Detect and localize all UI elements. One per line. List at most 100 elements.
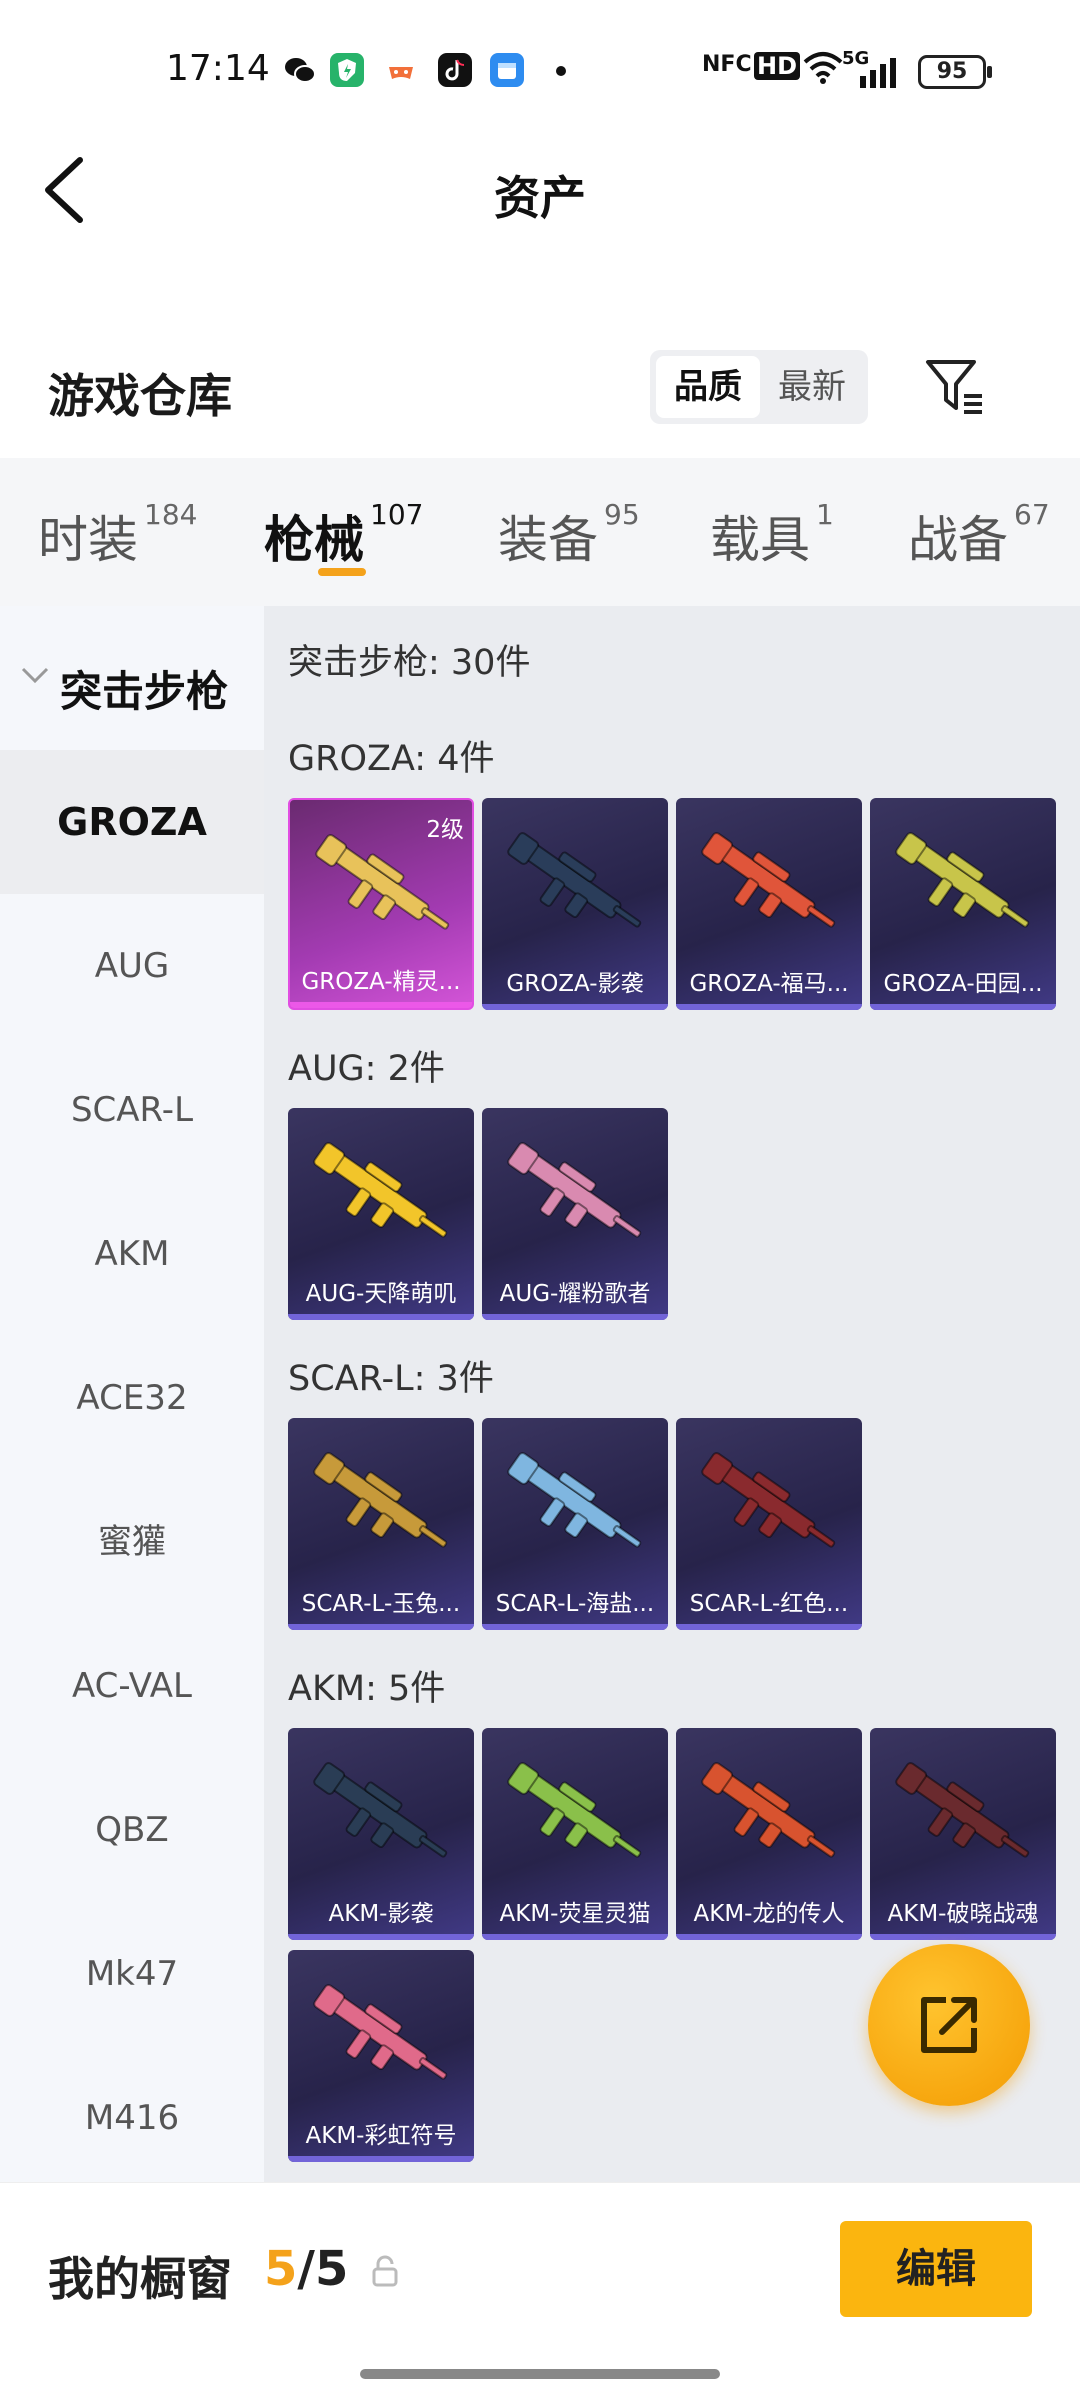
rarity-bar (482, 1004, 668, 1010)
sidebar-item-groza[interactable]: GROZA (0, 750, 264, 894)
rarity-bar (288, 2156, 474, 2162)
weapon-skin-image (701, 1762, 836, 1858)
weapon-name: SCAR-L-玉兔... (301, 1591, 461, 1617)
weapon-card[interactable]: GROZA-影袭 (482, 798, 668, 1010)
weapon-card[interactable]: SCAR-L-玉兔... (288, 1418, 474, 1630)
weapon-card[interactable]: SCAR-L-海盐... (482, 1418, 668, 1630)
rarity-bar (288, 1624, 474, 1630)
weapon-skin-image (507, 1452, 642, 1548)
weapon-skin-image (507, 1142, 642, 1238)
showcase-total: 5 (314, 2241, 349, 2297)
showcase-label: 我的橱窗 (48, 2252, 232, 2306)
weapon-skin-image (507, 1762, 642, 1858)
showcase-current: 5 (264, 2241, 298, 2297)
active-tab-indicator (318, 568, 366, 576)
tab-label: 载具 (710, 511, 810, 569)
tab-label: 时装 (38, 511, 138, 569)
weapon-name: AKM-彩虹符号 (305, 2123, 457, 2149)
weapon-name: SCAR-L-红色... (689, 1591, 849, 1617)
sidebar-item-aug[interactable]: AUG (0, 894, 264, 1038)
weapon-skin-image (507, 832, 642, 928)
weapon-card[interactable]: AKM-彩虹符号 (288, 1950, 474, 2162)
weapon-skin-image (895, 832, 1030, 928)
weapon-card[interactable]: GROZA-田园... (870, 798, 1056, 1010)
rarity-bar (870, 1004, 1056, 1010)
weapon-name: AUG-天降萌叽 (305, 1281, 457, 1307)
filter-icon[interactable] (924, 356, 986, 416)
tab-count: 184 (144, 498, 198, 531)
weapon-name: SCAR-L-海盐... (495, 1591, 655, 1617)
sidebar-item-scar-l[interactable]: SCAR-L (0, 1038, 264, 1182)
tab-label: 枪械 (264, 511, 364, 569)
weapon-type-sidebar: 突击步枪 GROZA AUG SCAR-L AKM ACE32 蜜獾 AC-VA… (0, 606, 264, 2182)
security-app-icon (330, 53, 364, 87)
weapon-card[interactable]: 2级 GROZA-精灵... (288, 798, 474, 1010)
more-notifications-dot (556, 66, 566, 76)
rarity-bar (676, 1624, 862, 1630)
lock-icon (372, 2255, 398, 2287)
weapon-card[interactable]: AKM-荧星灵猫 (482, 1728, 668, 1940)
weapon-card[interactable]: SCAR-L-红色... (676, 1418, 862, 1630)
sidebar-item-akm[interactable]: AKM (0, 1182, 264, 1326)
share-button[interactable] (868, 1944, 1030, 2106)
battery-icon: 95 (918, 55, 986, 89)
wifi-icon (802, 50, 844, 86)
wechat-icon (283, 53, 317, 87)
section-title-akm: AKM: 5件 (288, 1669, 446, 1709)
level-badge: 2级 (426, 817, 464, 843)
edit-button[interactable]: 编辑 (840, 2221, 1032, 2317)
tab-label: 装备 (498, 511, 598, 569)
rarity-bar (676, 1934, 862, 1940)
showcase-count: 5/5 (264, 2241, 348, 2297)
tab-count: 107 (370, 498, 424, 531)
hd-icon: HD (754, 52, 801, 80)
tab-equipment[interactable]: 装备 95 (498, 498, 640, 572)
sidebar-item-ace32[interactable]: ACE32 (0, 1326, 264, 1470)
weapon-name: GROZA-田园... (883, 971, 1043, 997)
sidebar-item-honey-badger[interactable]: 蜜獾 (0, 1470, 264, 1614)
weapon-card[interactable]: AKM-龙的传人 (676, 1728, 862, 1940)
status-time: 17:14 (166, 48, 270, 89)
nfc-icon: NFC (702, 52, 752, 77)
weapon-skin-image (701, 832, 836, 928)
section-title-aug: AUG: 2件 (288, 1049, 445, 1089)
sidebar-item-ac-val[interactable]: AC-VAL (0, 1614, 264, 1758)
signal-icon (858, 56, 898, 88)
sidebar-group-assault-rifles[interactable]: 突击步枪 (0, 634, 264, 734)
tab-count: 1 (816, 498, 834, 531)
weapon-skin-image (701, 1452, 836, 1548)
tab-combat-gear[interactable]: 战备 67 (908, 498, 1050, 572)
game-icon (384, 53, 418, 87)
tab-label: 战备 (908, 511, 1008, 569)
section-title-groza: GROZA: 4件 (288, 739, 495, 779)
weapon-name: AKM-龙的传人 (693, 1901, 845, 1927)
weapon-name: GROZA-影袭 (506, 971, 644, 997)
weapon-card[interactable]: AUG-耀粉歌者 (482, 1108, 668, 1320)
weapon-skin-image (313, 1762, 448, 1858)
weapon-card[interactable]: GROZA-福马... (676, 798, 862, 1010)
sort-latest-button[interactable]: 最新 (760, 356, 864, 418)
weapon-card[interactable]: AUG-天降萌叽 (288, 1108, 474, 1320)
tab-vehicles[interactable]: 载具 1 (710, 498, 834, 572)
category-tabs: 时装 184 枪械 107 装备 95 载具 1 战备 67 (0, 458, 1080, 606)
rarity-bar (290, 1002, 472, 1008)
sidebar-group-label: 突击步枪 (60, 667, 229, 716)
weapon-card[interactable]: AKM-破晓战魂 (870, 1728, 1056, 1940)
rarity-bar (870, 1934, 1056, 1940)
tab-fashion[interactable]: 时装 184 (38, 498, 198, 572)
weapon-card[interactable]: AKM-影袭 (288, 1728, 474, 1940)
sidebar-item-mk47[interactable]: Mk47 (0, 1902, 264, 2046)
sort-quality-button[interactable]: 品质 (656, 356, 760, 418)
tab-firearms[interactable]: 枪械 107 (264, 498, 424, 572)
rarity-bar (482, 1314, 668, 1320)
sidebar-item-m416[interactable]: M416 (0, 2046, 264, 2190)
warehouse-heading: 游戏仓库 (48, 369, 232, 423)
status-bar: 17:14 NFC HD 5G 95 (0, 0, 1080, 140)
weapon-name: AKM-影袭 (328, 1901, 434, 1927)
weapon-name: AKM-荧星灵猫 (499, 1901, 651, 1927)
page-title: 资产 (494, 171, 586, 225)
rarity-bar (676, 1004, 862, 1010)
category-summary: 突击步枪: 30件 (288, 643, 531, 683)
sidebar-item-qbz[interactable]: QBZ (0, 1758, 264, 1902)
rarity-bar (482, 1624, 668, 1630)
